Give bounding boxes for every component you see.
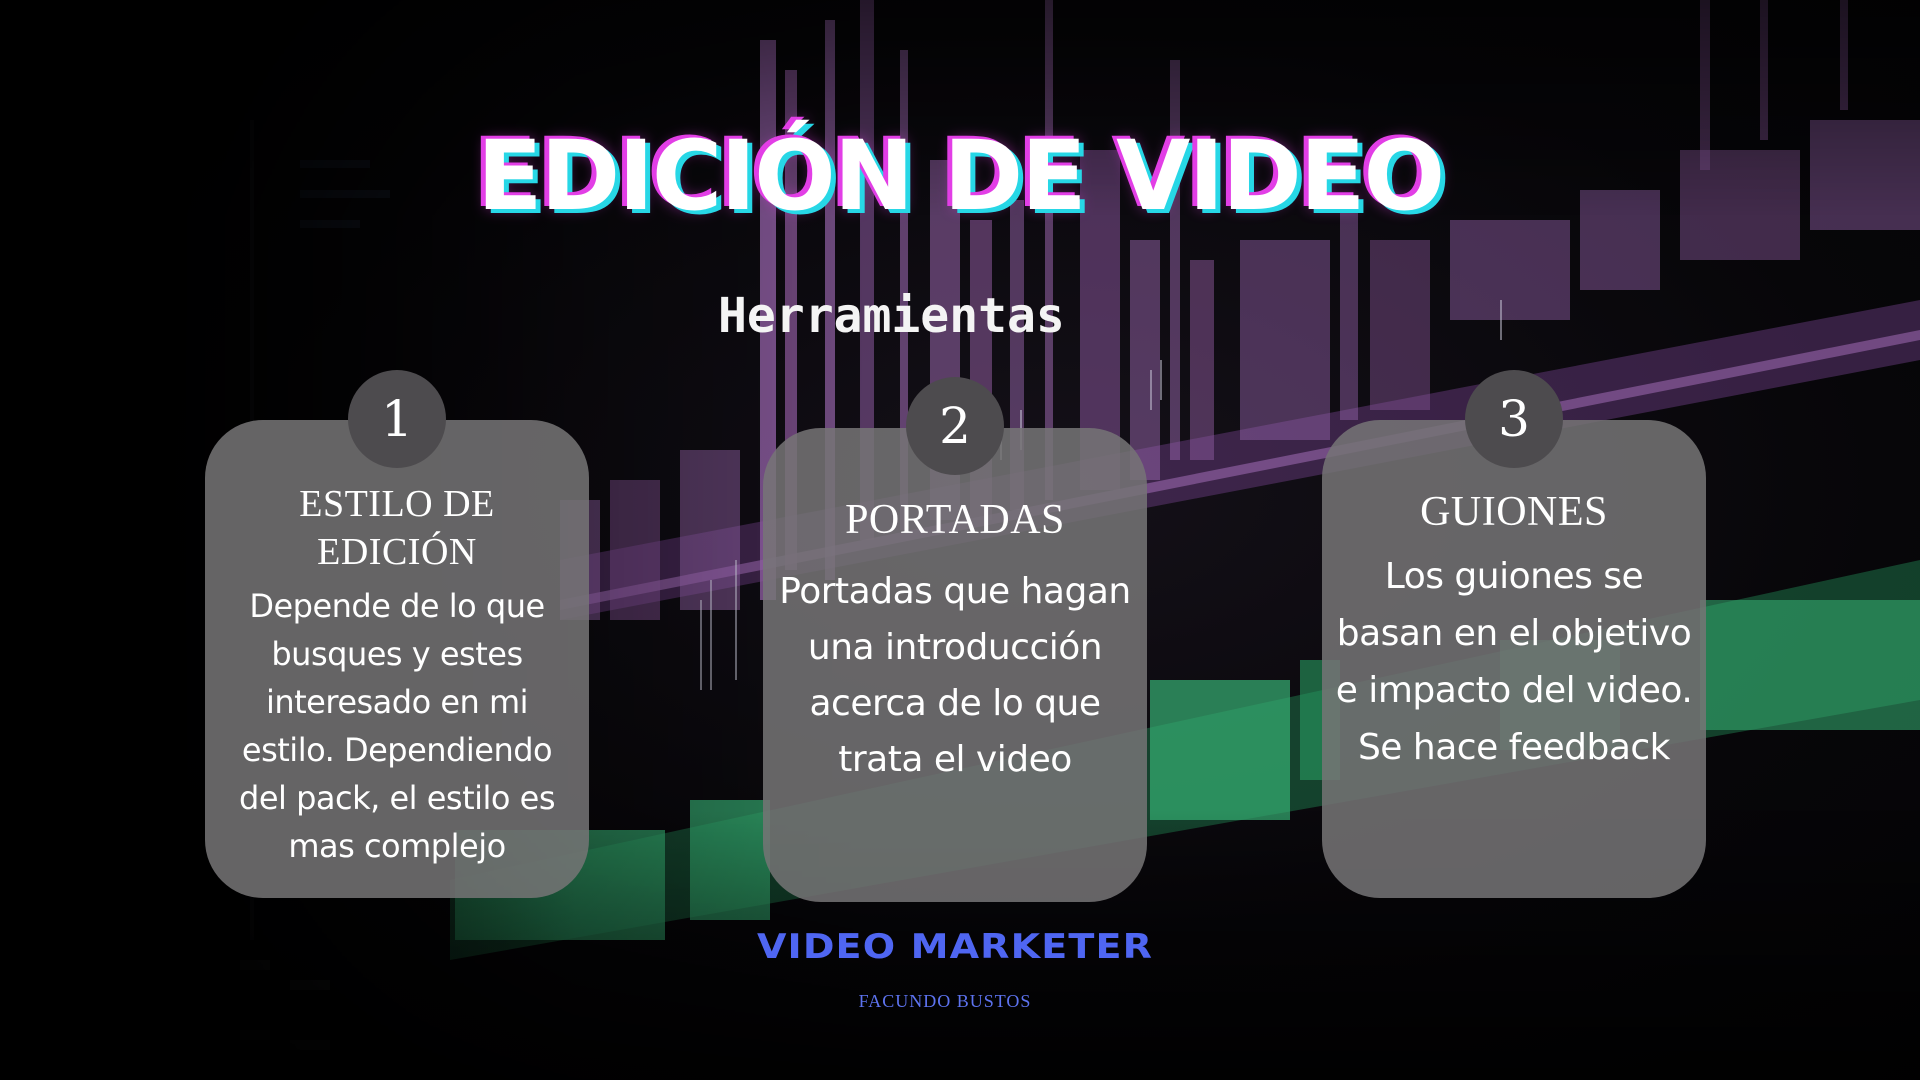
card-text: Portadas que hagan una introducción acer… <box>779 571 1131 780</box>
card-number-badge: 1 <box>348 370 446 468</box>
card-number-badge: 3 <box>1465 370 1563 468</box>
card-editing-style: ESTILO DE EDICIÓN Depende de lo que busq… <box>205 420 589 898</box>
brand-name: VIDEO MARKETER <box>756 927 1154 967</box>
card-covers: PORTADAS Portadas que hagan una introduc… <box>763 428 1147 902</box>
slide: EDICIÓN DE VIDEO Herramientas ESTILO DE … <box>0 0 1920 1080</box>
card-number-badge: 2 <box>906 377 1004 475</box>
card-title-line: ESTILO DE <box>299 483 495 525</box>
card-scripts: GUIONES Los guiones se basan en el objet… <box>1322 420 1706 898</box>
card-title-line: EDICIÓN <box>317 531 477 573</box>
card-text: Depende de lo que busques y estes intere… <box>239 587 556 865</box>
card-text: Los guiones se basan en el objetivo e im… <box>1335 556 1693 768</box>
slide-subtitle: Herramientas <box>718 288 1065 344</box>
slide-title: EDICIÓN DE VIDEO <box>476 120 1445 232</box>
author-name: FACUNDO BUSTOS <box>858 991 1032 1011</box>
